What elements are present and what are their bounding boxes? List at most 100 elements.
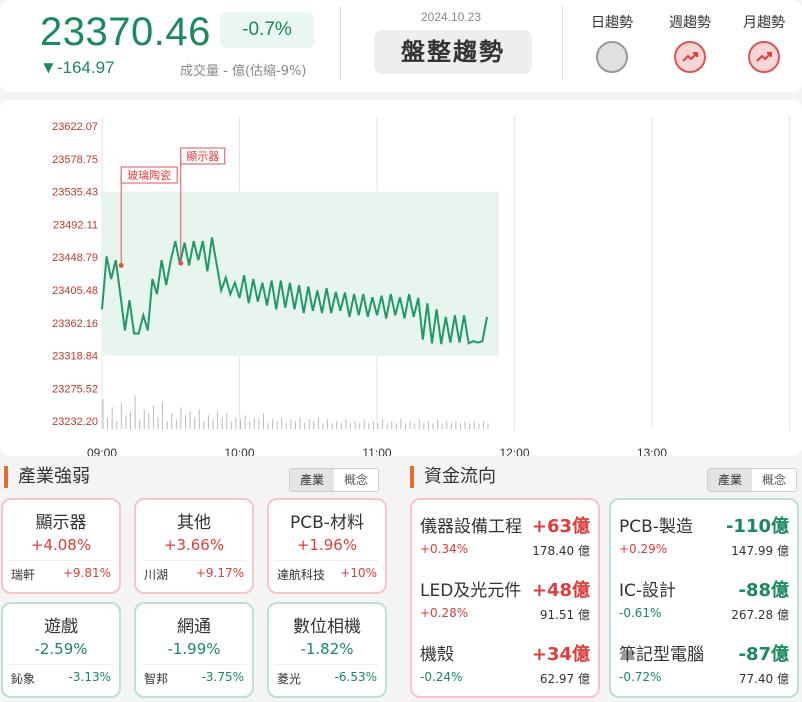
index-price: 23370.46 [40,10,211,54]
divider [275,560,379,561]
y-tick-label: 23535.43 [52,187,98,199]
flow-amount: +48億 [531,580,590,601]
daily-trend[interactable]: 日趨勢 [582,12,642,73]
flow-row[interactable]: PCB-製造 -110億 +0.29% 147.99 億 [611,504,797,566]
industry-pct: -1.82% [300,640,354,658]
flow-amount: -110億 [725,516,789,537]
industry-pct: -1.99% [167,640,221,658]
flow-volume: 62.97 億 [539,672,590,686]
y-tick-label: 23448.79 [52,252,98,264]
industry-pct: +1.96% [296,536,358,554]
divider [142,560,246,561]
weekly-trend[interactable]: 週趨勢 [660,12,720,73]
flow-row[interactable]: IC-設計 -88億 -0.61% 267.28 億 [611,568,797,630]
tab-concept[interactable]: 概念 [752,469,796,491]
flow-volume: 77.40 億 [738,672,789,686]
flow-name: IC-設計 [619,581,677,601]
industry-title: 產業強弱 [4,466,90,488]
divider [142,664,246,665]
industry-tabs: 產業 概念 [289,468,379,492]
y-tick-label: 23622.07 [52,121,98,133]
flow-row[interactable]: LED及光元件 +48億 +0.28% 91.51 億 [412,568,598,630]
tab-concept[interactable]: 概念 [334,469,378,491]
inflow-card: 儀器設備工程 +63億 +0.34% 178.40 億 LED及光元件 +48億… [410,498,600,698]
flow-volume: 91.51 億 [539,608,590,622]
industry-card[interactable]: 數位相機 -1.82% 菱光 -6.53% [267,602,387,698]
industry-name: 網通 [177,617,211,637]
y-tick-label: 23232.20 [52,416,98,428]
trend-label: 盤整趨勢 [374,30,532,74]
intraday-chart[interactable]: 23622.07 23578.75 23535.43 23492.11 23448.79… [0,100,802,460]
y-tick-label: 23405.48 [52,285,98,297]
x-tick-label: 13:00 [637,446,667,456]
volume-text: 成交量 - 億(估縮-9%) [180,64,307,79]
tab-industry[interactable]: 產業 [290,469,334,491]
industry-name: 數位相機 [293,617,361,637]
monthly-trend[interactable]: 月趨勢 [734,12,794,73]
industry-pct: -2.59% [34,640,88,658]
monthly-trend-label: 月趨勢 [743,15,785,31]
x-tick-label: 09:00 [87,446,117,456]
industry-pct: +4.08% [30,536,92,554]
industry-name: PCB-材料 [290,513,364,533]
flow-pct: -0.61% [619,606,662,620]
flow-name: 筆記型電腦 [619,645,704,665]
flow-name: 儀器設備工程 [420,517,522,537]
industry-card[interactable]: 網通 -1.99% 智邦 -3.75% [134,602,254,698]
flow-name: 機殼 [420,645,454,665]
neutral-circle-icon [596,41,628,73]
index-pct-badge: -0.7% [220,12,314,48]
industry-card[interactable]: PCB-材料 +1.96% 達航科技 +10% [267,498,387,594]
leader-stock: 菱光 [277,672,302,686]
annotation-label: 顯示器 [186,150,219,163]
flow-row[interactable]: 儀器設備工程 +63億 +0.34% 178.40 億 [412,504,598,566]
industry-name: 遊戲 [44,617,78,637]
industry-card[interactable]: 其他 +3.66% 川湖 +9.17% [134,498,254,594]
leader-stock: 智邦 [144,672,169,686]
flow-row[interactable]: 機殼 +34億 -0.24% 62.97 億 [412,632,598,694]
flow-pct: -0.72% [619,670,662,684]
flow-row[interactable]: 筆記型電腦 -87億 -0.72% 77.40 億 [611,632,797,694]
date-label: 2024.10.23 [420,10,482,24]
industry-name: 顯示器 [35,513,87,533]
leader-stock: 達航科技 [277,568,326,582]
leader-stock: 川湖 [144,568,169,582]
flow-volume: 178.40 億 [532,544,590,558]
industry-card[interactable]: 顯示器 +4.08% 瑞軒 +9.81% [1,498,121,594]
flow-name: LED及光元件 [420,581,522,601]
industry-card[interactable]: 遊戲 -2.59% 鈊象 -3.13% [1,602,121,698]
flow-name: PCB-製造 [619,517,693,537]
flow-title: 資金流向 [410,466,496,488]
intraday-chart-card: 23622.07 23578.75 23535.43 23492.11 23448.79… [0,100,802,460]
flow-volume: 147.99 億 [731,544,789,558]
divider [9,664,113,665]
y-tick-label: 23578.75 [52,154,98,166]
leader-pct: +9.17% [195,566,244,580]
divider [562,6,563,80]
flow-pct: +0.28% [420,606,469,620]
outflow-card: PCB-製造 -110億 +0.29% 147.99 億 IC-設計 -88億 … [609,498,799,698]
flow-pct: +0.34% [420,542,469,556]
annotation-label: 玻璃陶瓷 [127,168,171,182]
industry-pct: +3.66% [163,536,225,554]
y-tick-label: 23362.16 [52,318,98,330]
flow-pct: +0.29% [619,542,668,556]
flow-amount: +34億 [531,644,590,665]
leader-pct: -6.53% [334,670,377,684]
trend-up-icon [674,41,706,73]
leader-pct: +9.81% [62,566,111,580]
tab-industry[interactable]: 產業 [708,469,752,491]
flow-amount: -88億 [738,580,789,601]
trend-up-icon [748,41,780,73]
annotation-dot [118,262,124,268]
flow-volume: 267.28 億 [731,608,789,622]
leader-pct: -3.13% [68,670,111,684]
divider [275,664,379,665]
flow-amount: +63億 [531,516,590,537]
index-change: ▼-164.97 [40,58,115,77]
divider [9,560,113,561]
x-tick-label: 12:00 [499,446,529,456]
flow-tabs: 產業 概念 [707,468,797,492]
daily-trend-label: 日趨勢 [591,15,633,31]
flow-pct: -0.24% [420,670,463,684]
